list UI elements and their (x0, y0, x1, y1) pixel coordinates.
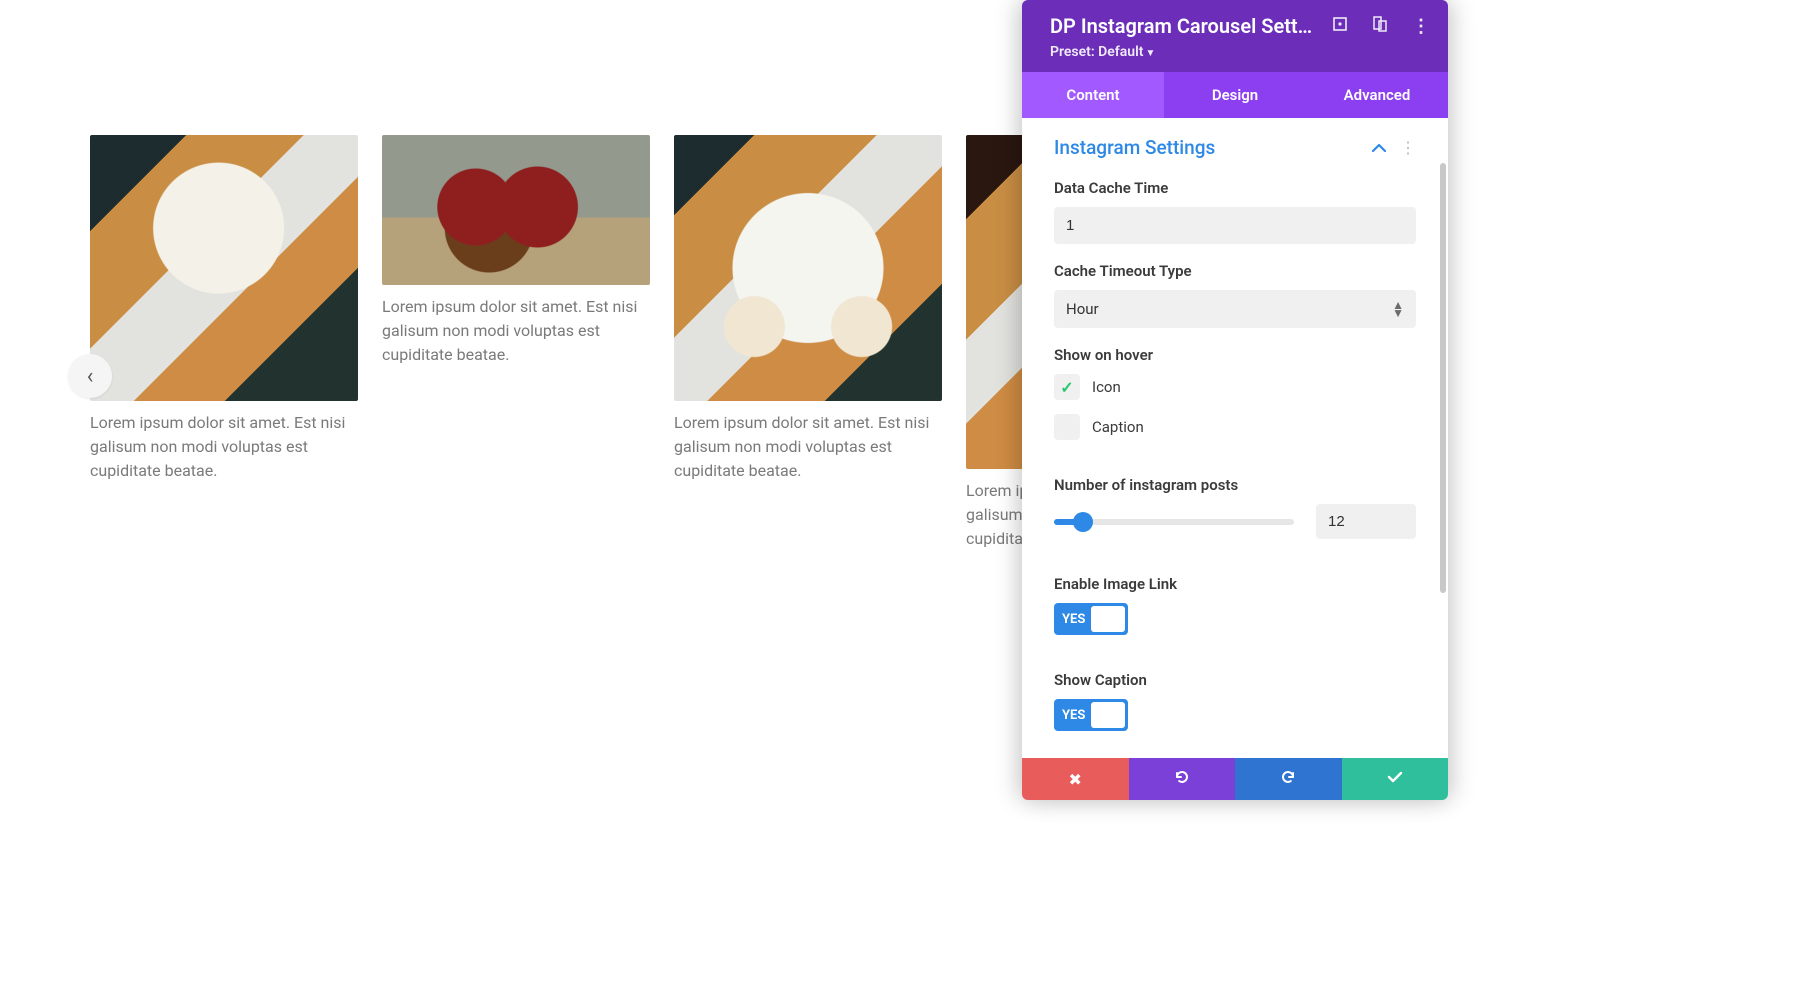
preset-selector[interactable]: Preset: Default▼ (1050, 44, 1430, 60)
checkbox-label: Icon (1092, 378, 1121, 396)
section-title: Instagram Settings (1054, 136, 1215, 159)
kebab-icon[interactable]: ⋮ (1412, 16, 1430, 37)
carousel-image[interactable] (674, 135, 942, 401)
preset-label: Preset: Default (1050, 44, 1143, 60)
carousel-caption: Lorem ipsum dolor sit amet. Est nisi gal… (382, 295, 650, 367)
field-cache-type: Cache Timeout Type Hour ▲▼ (1022, 252, 1448, 336)
toggle-knob (1091, 702, 1125, 728)
redo-button[interactable] (1235, 758, 1342, 800)
chevron-up-icon[interactable] (1372, 143, 1386, 153)
field-show-caption: Show Caption YES (1022, 661, 1448, 739)
carousel-caption: Lorem ipsum dolor sit amet. Est nisi gal… (674, 411, 942, 483)
cancel-button[interactable]: ✖ (1022, 758, 1129, 800)
tabs: Content Design Advanced (1022, 72, 1448, 118)
toggle-label: YES (1062, 708, 1085, 723)
field-label: Data Cache Time (1054, 179, 1416, 197)
panel-title: DP Instagram Carousel Sett… (1050, 14, 1312, 38)
panel-header: DP Instagram Carousel Sett… ⋮ Preset: De… (1022, 0, 1448, 72)
caret-down-icon: ▼ (1145, 48, 1155, 59)
check-icon (1386, 768, 1404, 790)
carousel-card: Lorem ipsum dolor sit amet. Est nisi gal… (90, 135, 358, 483)
responsive-icon[interactable] (1372, 16, 1388, 36)
field-label: Enable Image Link (1054, 575, 1416, 593)
close-icon: ✖ (1069, 770, 1082, 789)
settings-panel: DP Instagram Carousel Sett… ⋮ Preset: De… (1022, 0, 1448, 800)
field-label: Number of instagram posts (1054, 476, 1416, 494)
scrollbar[interactable] (1440, 163, 1446, 593)
toggle-label: YES (1062, 612, 1085, 627)
field-label: Show Caption (1054, 671, 1416, 689)
field-enable-link: Enable Image Link YES (1022, 565, 1448, 643)
posts-value-input[interactable] (1316, 504, 1416, 539)
carousel-preview: Lorem ipsum dolor sit amet. Est nisi gal… (0, 0, 1800, 997)
carousel-prev-button[interactable]: ‹ (68, 354, 112, 398)
field-label: Cache Timeout Type (1054, 262, 1416, 280)
panel-body: Instagram Settings ⋮ Data Cache Time Cac… (1022, 118, 1448, 758)
carousel-card: Lorem ipsum dolor sit amet. Est nisi gal… (382, 135, 650, 367)
tab-advanced[interactable]: Advanced (1306, 72, 1448, 118)
action-bar: ✖ (1022, 758, 1448, 800)
field-num-posts: Number of instagram posts (1022, 466, 1448, 547)
save-button[interactable] (1342, 758, 1449, 800)
tab-content[interactable]: Content (1022, 72, 1164, 118)
enable-link-toggle[interactable]: YES (1054, 603, 1128, 635)
chevron-left-icon: ‹ (87, 364, 94, 389)
expand-icon[interactable] (1332, 16, 1348, 36)
carousel-image[interactable] (382, 135, 650, 285)
undo-button[interactable] (1129, 758, 1236, 800)
slider-thumb[interactable] (1073, 512, 1093, 532)
carousel-caption: Lorem ipsum dolor sit amet. Est nisi gal… (90, 411, 358, 483)
cache-type-select[interactable]: Hour (1054, 290, 1416, 328)
toggle-knob (1091, 606, 1125, 632)
kebab-icon[interactable]: ⋮ (1400, 138, 1416, 157)
carousel-card: Lorem ipsum dolor sit amet. Est nisi gal… (674, 135, 942, 483)
icon-checkbox[interactable]: ✓ (1054, 374, 1080, 400)
field-cache-time: Data Cache Time (1022, 169, 1448, 252)
carousel: Lorem ipsum dolor sit amet. Est nisi gal… (90, 135, 1710, 551)
caption-checkbox[interactable]: ✓ (1054, 414, 1080, 440)
undo-icon (1173, 768, 1191, 790)
tab-design[interactable]: Design (1164, 72, 1306, 118)
section-header[interactable]: Instagram Settings ⋮ (1022, 118, 1448, 169)
field-label: Show on hover (1054, 346, 1416, 364)
cache-time-input[interactable] (1054, 207, 1416, 244)
checkbox-label: Caption (1092, 418, 1144, 436)
carousel-image[interactable] (90, 135, 358, 401)
posts-slider[interactable] (1054, 519, 1294, 525)
redo-icon (1279, 768, 1297, 790)
field-show-hover: Show on hover ✓ Icon ✓ Caption (1022, 336, 1448, 448)
show-caption-toggle[interactable]: YES (1054, 699, 1128, 731)
